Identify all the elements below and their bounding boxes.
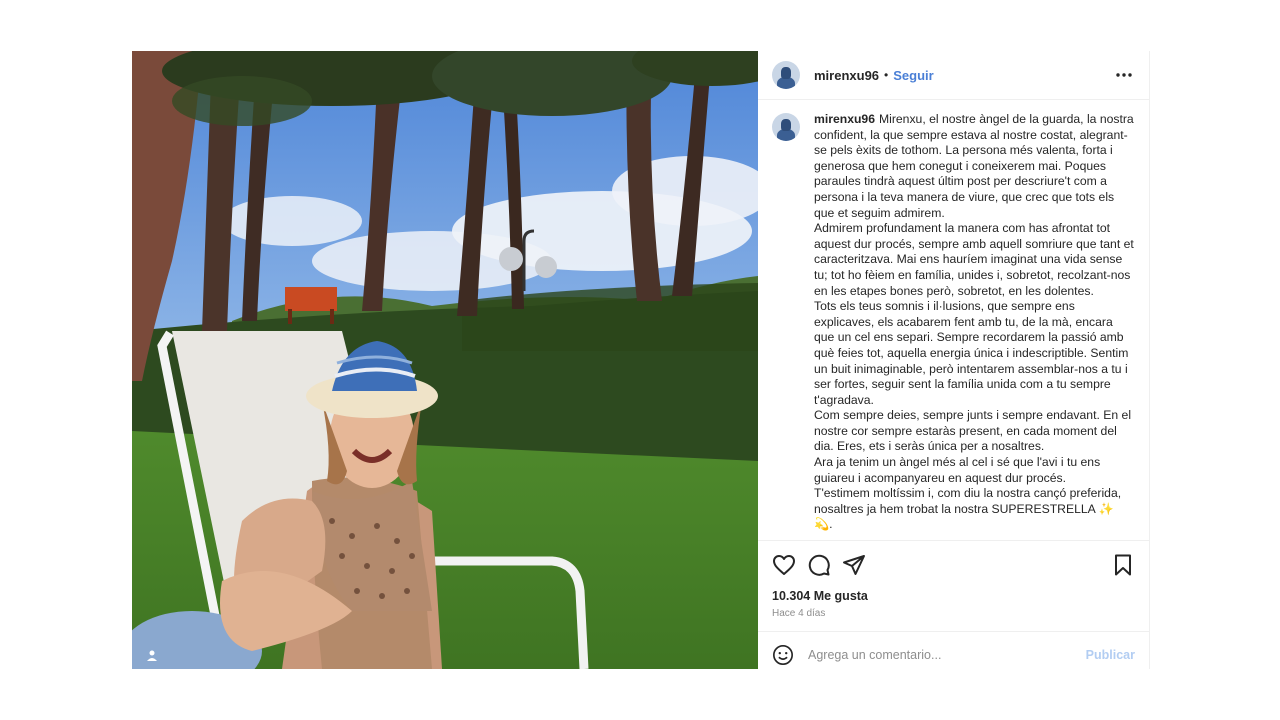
more-options-icon[interactable] [1113,64,1135,86]
post-header: mirenxu96 • Seguir [758,51,1149,100]
caption-area: mirenxu96 Mirenxu, el nostre àngel de la … [758,100,1149,540]
publish-button[interactable]: Publicar [1086,648,1135,662]
comment-input[interactable] [806,646,1086,663]
comment-icon[interactable] [807,553,831,577]
post-timestamp[interactable]: Hace 4 días [772,608,825,619]
action-bar [758,540,1149,588]
post-side-panel: mirenxu96 • Seguir mirenxu96 Mirenxu, el … [758,51,1150,669]
separator-dot: • [884,68,889,82]
instagram-post: mirenxu96 • Seguir mirenxu96 Mirenxu, el … [132,51,1150,669]
caption-text: Mirenxu, el nostre àngel de la guarda, l… [814,112,1134,532]
user-tag-icon[interactable] [144,647,160,663]
share-icon[interactable] [842,553,866,577]
likes-count[interactable]: 10.304 Me gusta [772,589,868,603]
emoji-icon[interactable] [772,644,794,666]
comment-bar: Publicar [758,631,1149,677]
bookmark-icon[interactable] [1111,553,1135,577]
heart-icon[interactable] [772,553,796,577]
caption-avatar[interactable] [772,113,800,141]
post-caption: mirenxu96 Mirenxu, el nostre àngel de la … [814,112,1134,540]
author-avatar[interactable] [772,61,800,89]
author-username[interactable]: mirenxu96 [814,68,879,83]
follow-button[interactable]: Seguir [893,68,933,83]
post-photo[interactable] [132,51,758,669]
photo-scene [132,51,758,669]
caption-username[interactable]: mirenxu96 [814,112,875,126]
